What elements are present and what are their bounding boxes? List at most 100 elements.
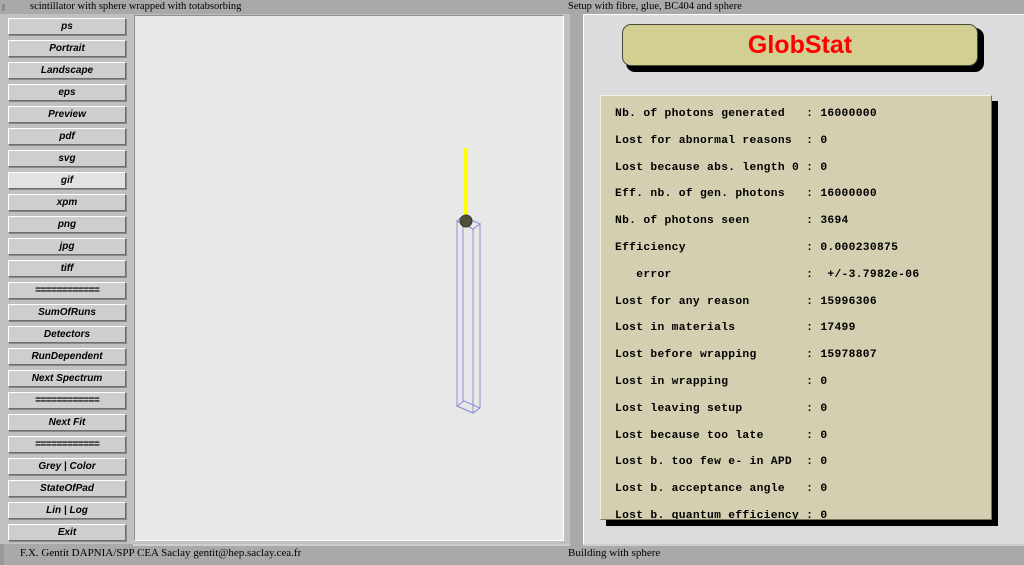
status-message-text: Building with sphere (568, 547, 661, 559)
globstat-row: Efficiency : 0.000230875 (615, 241, 991, 268)
globstat-row: Lost leaving setup : 0 (615, 402, 991, 429)
button-pdf[interactable]: pdf (8, 128, 126, 145)
globstat-row-value: 16000000 (820, 188, 877, 201)
globstat-row: Lost b. acceptance angle : 0 (615, 482, 991, 509)
button-stateofpad[interactable]: StateOfPad (8, 480, 126, 497)
globstat-row: Eff. nb. of gen. photons : 16000000 (615, 187, 991, 214)
sphere-marker (459, 214, 473, 228)
3d-view-canvas[interactable] (134, 15, 564, 541)
globstat-row-value: 0 (820, 483, 828, 496)
globstat-row-label: Lost in materials (615, 322, 807, 335)
globstat-row-separator: : (806, 161, 821, 174)
title-bar: scintillator with sphere wrapped with to… (0, 0, 1024, 14)
globstat-row-separator: : (806, 188, 821, 201)
button-landscape[interactable]: Landscape (8, 62, 126, 79)
button-[interactable]: ============ (8, 392, 126, 409)
globstat-row-separator: : (806, 375, 821, 388)
globstat-row-separator: : (806, 349, 821, 362)
globstat-row-value: 3694 (820, 215, 849, 228)
globstat-row-value: 15978807 (820, 349, 877, 362)
status-author-text: F.X. Gentit DAPNIA/SPP CEA Saclay gentit… (20, 547, 302, 559)
status-divider-left (133, 544, 570, 546)
globstat-row-value: 17499 (820, 322, 856, 335)
button-[interactable]: ============ (8, 282, 126, 299)
globstat-row: Nb. of photons generated : 16000000 (615, 107, 991, 134)
globstat-row-value: 0 (820, 509, 828, 520)
button-[interactable]: ============ (8, 436, 126, 453)
globstat-row: Lost in materials : 17499 (615, 321, 991, 348)
globstat-row-label: Lost b. too few e- in APD (615, 456, 807, 469)
globstat-title-text: GlobStat (747, 30, 853, 59)
globstat-row: error : +/-3.7982e-06 (615, 268, 991, 295)
button-tiff[interactable]: tiff (8, 260, 126, 277)
globstat-row-separator: : (806, 108, 821, 120)
button-panel: ps Portrait Landscape eps Preview pdf svg gif xp… (0, 14, 133, 544)
globstat-row: Lost for abnormal reasons : 0 (615, 134, 991, 161)
left-window: ps Portrait Landscape eps Preview pdf svg gif xp… (0, 14, 570, 544)
globstat-row: Lost in wrapping : 0 (615, 375, 991, 402)
globstat-header: GlobStat (622, 24, 978, 66)
globstat-row: Lost for any reason : 15996306 (615, 295, 991, 322)
globstat-row-value: 0 (820, 429, 828, 442)
button-png[interactable]: png (8, 216, 126, 233)
globstat-row-label: Lost b. quantum efficiency (615, 509, 807, 520)
globstat-row-label: Lost because abs. length 0 (615, 161, 807, 174)
button-grey-color[interactable]: Grey | Color (8, 458, 126, 475)
button-next-fit[interactable]: Next Fit (8, 414, 126, 431)
globstat-row-label: Lost for abnormal reasons (615, 134, 807, 147)
button-rundependent[interactable]: RunDependent (8, 348, 126, 365)
globstat-row-separator: : (806, 134, 821, 147)
status-notch-icon (0, 544, 4, 565)
globstat-row-value: 16000000 (820, 108, 877, 120)
window-handle-icon (2, 4, 5, 11)
globstat-row-separator: : (806, 268, 821, 281)
globstat-row-label: Lost before wrapping (615, 349, 807, 362)
globstat-row-separator: : (806, 483, 821, 496)
globstat-row-separator: : (806, 456, 821, 469)
button-eps[interactable]: eps (8, 84, 126, 101)
globstat-row-label: Lost leaving setup (615, 402, 807, 415)
scintillator-box (455, 215, 482, 414)
globstat-row: Lost b. too few e- in APD : 0 (615, 455, 991, 482)
globstat-row: Lost before wrapping : 15978807 (615, 348, 991, 375)
globstat-row: Lost because abs. length 0 : 0 (615, 161, 991, 188)
globstat-row-label: Lost for any reason (615, 295, 807, 308)
button-next-spectrum[interactable]: Next Spectrum (8, 370, 126, 387)
canvas-frame (133, 14, 570, 544)
globstat-row-label: Nb. of photons generated (615, 108, 807, 120)
left-window-title: scintillator with sphere wrapped with to… (30, 1, 242, 12)
globstat-row-value: 0.000230875 (820, 241, 899, 254)
globstat-row-value: 0 (820, 375, 828, 388)
globstat-row-separator: : (806, 295, 821, 308)
globstat-row-separator: : (806, 241, 821, 254)
globstat-row-label: Lost b. acceptance angle (615, 483, 807, 496)
globstat-row-label: Lost in wrapping (615, 375, 807, 388)
right-window-title: Setup with fibre, glue, BC404 and sphere (568, 1, 742, 12)
button-ps[interactable]: ps (8, 18, 126, 35)
button-lin-log[interactable]: Lin | Log (8, 502, 126, 519)
globstat-stats-panel: Nb. of photons generated : 16000000 Lost … (600, 95, 992, 520)
button-xpm[interactable]: xpm (8, 194, 126, 211)
button-preview[interactable]: Preview (8, 106, 126, 123)
globstat-row-value: +/-3.7982e-06 (820, 268, 920, 281)
button-svg[interactable]: svg (8, 150, 126, 167)
globstat-row-label: Efficiency (615, 241, 807, 254)
button-jpg[interactable]: jpg (8, 238, 126, 255)
globstat-row-label: Eff. nb. of gen. photons (615, 188, 807, 201)
globstat-row-label: Nb. of photons seen (615, 215, 807, 228)
globstat-row-value: 15996306 (820, 295, 877, 308)
button-exit[interactable]: Exit (8, 524, 126, 541)
globstat-row-separator: : (806, 322, 821, 335)
globstat-row-separator: : (806, 429, 821, 442)
globstat-row-value: 0 (820, 402, 828, 415)
globstat-row: Nb. of photons seen : 3694 (615, 214, 991, 241)
button-detectors[interactable]: Detectors (8, 326, 126, 343)
button-sumofruns[interactable]: SumOfRuns (8, 304, 126, 321)
status-bar: F.X. Gentit DAPNIA/SPP CEA Saclay gentit… (0, 544, 1024, 565)
globstat-row-value: 0 (820, 161, 828, 174)
globstat-row: Lost because too late : 0 (615, 429, 991, 456)
globstat-row-separator: : (806, 215, 821, 228)
scintillator-wireframe (455, 148, 482, 414)
button-gif[interactable]: gif (8, 172, 126, 189)
button-portrait[interactable]: Portrait (8, 40, 126, 57)
